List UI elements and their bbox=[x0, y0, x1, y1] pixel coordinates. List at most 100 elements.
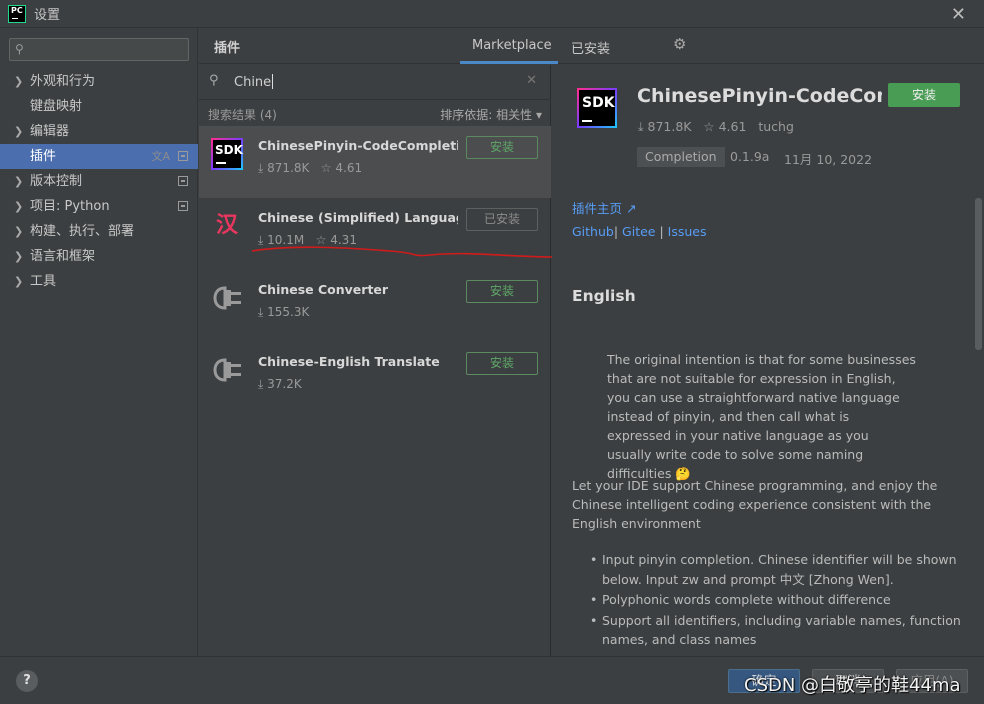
download-count: ⤓ 155.3K bbox=[258, 305, 310, 319]
chevron-right-icon: ❯ bbox=[14, 200, 24, 213]
close-icon[interactable]: ✕ bbox=[951, 4, 966, 25]
description-quote: The original intention is that for some … bbox=[607, 352, 916, 481]
list-item: Input pinyin completion. Chinese identif… bbox=[590, 550, 962, 589]
results-bar: 搜索结果 (4) 排序依据: 相关性 ▾ bbox=[208, 106, 542, 122]
installed-button[interactable]: 已安装 bbox=[466, 208, 538, 231]
help-button[interactable]: ? bbox=[16, 670, 38, 692]
apply-button[interactable]: 应用(A) bbox=[896, 669, 968, 693]
chevron-right-icon: ❯ bbox=[14, 250, 24, 263]
dialog-footer: ? 确定 取消 应用(A) CSDN @白敬亭的鞋44ma bbox=[0, 656, 984, 704]
sidebar-item-tools[interactable]: ❯ 工具 bbox=[0, 269, 198, 294]
gear-icon[interactable]: ⚙ bbox=[673, 35, 686, 53]
description-heading: English bbox=[572, 287, 636, 305]
install-button[interactable]: 安装 bbox=[466, 136, 538, 159]
search-value-text: Chine bbox=[234, 75, 272, 90]
sidebar-item-plugins[interactable]: 插件 文A bbox=[0, 144, 198, 169]
sidebar-item-label: 项目: Python bbox=[30, 199, 110, 214]
sidebar-item-editor[interactable]: ❯ 编辑器 bbox=[0, 119, 198, 144]
plugin-meta: ⤓ 155.3K bbox=[258, 305, 309, 320]
plugin-links: Github| Gitee | Issues bbox=[572, 224, 707, 239]
date-label: 11月 10, 2022 bbox=[784, 152, 873, 167]
sidebar-item-label: 编辑器 bbox=[30, 124, 70, 139]
feature-list: Input pinyin completion. Chinese identif… bbox=[590, 550, 962, 651]
active-tab-indicator bbox=[460, 61, 558, 64]
results-count: 搜索结果 (4) bbox=[208, 108, 277, 122]
sidebar-item-build[interactable]: ❯ 构建、执行、部署 bbox=[0, 219, 198, 244]
han-icon: 汉 bbox=[215, 213, 238, 238]
issues-link[interactable]: Issues bbox=[668, 224, 707, 239]
sidebar-item-keymap[interactable]: 键盘映射 bbox=[0, 94, 198, 119]
search-icon: ⚲ bbox=[15, 42, 24, 56]
list-item: Polyphonic words complete without differ… bbox=[590, 590, 962, 610]
sidebar-item-label: 工具 bbox=[30, 274, 57, 289]
settings-sidebar: ⚲ ❯ 外观和行为 键盘映射 ❯ 编辑器 插件 文A ❯ 版本控制 ❯ 项目: … bbox=[0, 28, 198, 656]
plugin-meta: ⤓ 37.2K bbox=[258, 377, 302, 392]
page-title: 插件 bbox=[214, 41, 241, 56]
settings-tree: ❯ 外观和行为 键盘映射 ❯ 编辑器 插件 文A ❯ 版本控制 ❯ 项目: Py… bbox=[0, 69, 198, 294]
sort-dropdown[interactable]: 排序依据: 相关性 ▾ bbox=[440, 106, 542, 123]
project-scope-icon bbox=[178, 151, 188, 161]
chevron-right-icon: ❯ bbox=[14, 75, 24, 88]
sidebar-item-label: 键盘映射 bbox=[30, 99, 83, 114]
list-item: Support all identifiers, including varia… bbox=[590, 611, 962, 650]
clear-icon[interactable]: ✕ bbox=[526, 73, 537, 88]
ok-button[interactable]: 确定 bbox=[728, 669, 800, 693]
plugin-item[interactable]: Chinese-English Translate ⤓ 37.2K 安装 bbox=[199, 342, 551, 414]
plugin-homepage-link[interactable]: 插件主页 ↗ bbox=[572, 198, 636, 217]
download-count: ⤓ 871.8K bbox=[638, 119, 692, 134]
project-scope-icon bbox=[178, 201, 188, 211]
plugin-search-input[interactable]: ⚲ Chine ✕ bbox=[199, 65, 551, 100]
author: tuchg bbox=[758, 119, 794, 134]
plug-icon bbox=[213, 358, 241, 382]
sidebar-item-label: 外观和行为 bbox=[30, 74, 96, 89]
gitee-link[interactable]: Gitee bbox=[622, 224, 655, 239]
translate-icon: 文A bbox=[151, 150, 170, 163]
plugin-item[interactable]: Chinese Converter ⤓ 155.3K 安装 bbox=[199, 270, 551, 342]
plugin-name: Chinese Converter bbox=[258, 282, 389, 297]
plugin-item[interactable]: 汉 Chinese (Simplified) Languag... ⤓ 10.1… bbox=[199, 198, 551, 270]
sidebar-item-label: 版本控制 bbox=[30, 174, 83, 189]
tab-installed[interactable]: 已安装 bbox=[571, 38, 610, 57]
rating: ☆ 4.61 bbox=[320, 161, 363, 175]
sidebar-item-vcs[interactable]: ❯ 版本控制 bbox=[0, 169, 198, 194]
sdk-icon: SDK bbox=[211, 138, 243, 170]
plugin-detail-title: ChinesePinyin-CodeCompl bbox=[637, 85, 882, 107]
plugin-stats: ⤓ 871.8K ☆ 4.61 tuchg bbox=[638, 119, 794, 135]
plug-icon bbox=[213, 286, 241, 310]
plugin-detail-panel: SDK ChinesePinyin-CodeCompl 安装 ⤓ 871.8K … bbox=[552, 65, 984, 656]
project-scope-icon bbox=[178, 176, 188, 186]
install-button[interactable]: 安装 bbox=[466, 352, 538, 375]
sidebar-item-languages[interactable]: ❯ 语言和框架 bbox=[0, 244, 198, 269]
chevron-right-icon: ❯ bbox=[14, 275, 24, 288]
plugin-name: Chinese-English Translate bbox=[258, 354, 440, 369]
chevron-right-icon: ❯ bbox=[14, 125, 24, 138]
title-bar: PC 设置 ✕ bbox=[0, 0, 984, 28]
settings-search-input[interactable]: ⚲ bbox=[9, 38, 189, 61]
search-icon: ⚲ bbox=[209, 73, 219, 88]
plugin-item[interactable]: SDK ChinesePinyin-CodeCompletio... ⤓ 871… bbox=[199, 126, 551, 198]
rating: ☆ 4.31 bbox=[315, 233, 357, 247]
install-button[interactable]: 安装 bbox=[466, 280, 538, 303]
version-label: 0.1.9a bbox=[730, 149, 770, 164]
install-button[interactable]: 安装 bbox=[888, 83, 960, 107]
plugin-meta: ⤓ 871.8K ☆ 4.61 bbox=[258, 161, 362, 176]
download-count: ⤓ 871.8K bbox=[258, 161, 310, 175]
cancel-button[interactable]: 取消 bbox=[812, 669, 884, 693]
github-link[interactable]: Github bbox=[572, 224, 614, 239]
window-title: 设置 bbox=[34, 8, 61, 23]
tab-marketplace[interactable]: Marketplace bbox=[472, 38, 552, 53]
sdk-icon: SDK bbox=[577, 88, 617, 128]
plugin-name: Chinese (Simplified) Languag... bbox=[258, 210, 458, 225]
plugin-name: ChinesePinyin-CodeCompletio... bbox=[258, 138, 458, 153]
detail-scrollbar[interactable] bbox=[975, 198, 982, 350]
download-count: ⤓ 37.2K bbox=[258, 377, 302, 391]
plugins-header: 插件 Marketplace 已安装 ⚙ bbox=[199, 28, 984, 64]
sidebar-item-project[interactable]: ❯ 项目: Python bbox=[0, 194, 198, 219]
text-cursor bbox=[272, 74, 274, 89]
rating: ☆ 4.61 bbox=[703, 119, 747, 134]
description-paragraph: Let your IDE support Chinese programming… bbox=[572, 478, 938, 531]
plugin-list-panel: ⚲ Chine ✕ 搜索结果 (4) 排序依据: 相关性 ▾ SDK Chine… bbox=[199, 65, 551, 656]
tag-badge[interactable]: Completion bbox=[637, 147, 725, 167]
pycharm-logo-icon: PC bbox=[8, 4, 26, 23]
sidebar-item-appearance[interactable]: ❯ 外观和行为 bbox=[0, 69, 198, 94]
